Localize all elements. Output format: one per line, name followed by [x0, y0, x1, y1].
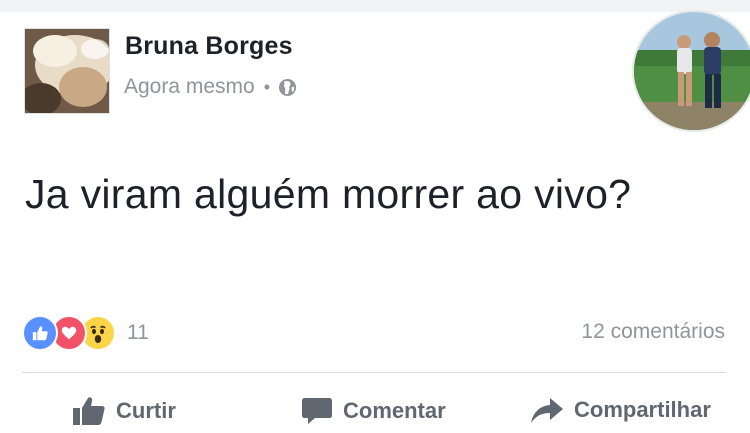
author-name[interactable]: Bruna Borges	[125, 32, 293, 61]
author-avatar[interactable]	[24, 28, 110, 114]
thumbs-up-icon	[73, 397, 105, 425]
post-meta: Agora mesmo •	[124, 75, 297, 99]
comment-icon	[302, 398, 332, 424]
comment-button[interactable]: Comentar	[301, 396, 446, 426]
top-strip	[0, 0, 750, 12]
globe-icon[interactable]	[278, 78, 297, 97]
like-button[interactable]: Curtir	[72, 396, 176, 426]
share-arrow-icon	[531, 398, 563, 423]
meta-separator: •	[263, 76, 271, 97]
share-button[interactable]: Compartilhar	[530, 396, 711, 424]
chat-head-avatar[interactable]	[634, 12, 750, 130]
post-text: Ja viram alguém morrer ao vivo?	[25, 171, 632, 217]
comments-count[interactable]: 12 comentários	[581, 320, 725, 344]
like-reaction-icon	[22, 315, 58, 351]
reaction-count: 11	[127, 321, 149, 344]
like-label: Curtir	[116, 398, 176, 423]
post-timestamp[interactable]: Agora mesmo	[124, 75, 255, 99]
divider	[22, 372, 726, 373]
comment-label: Comentar	[343, 398, 446, 423]
share-label: Compartilhar	[574, 397, 711, 422]
reactions-summary[interactable]: 11	[22, 315, 149, 351]
